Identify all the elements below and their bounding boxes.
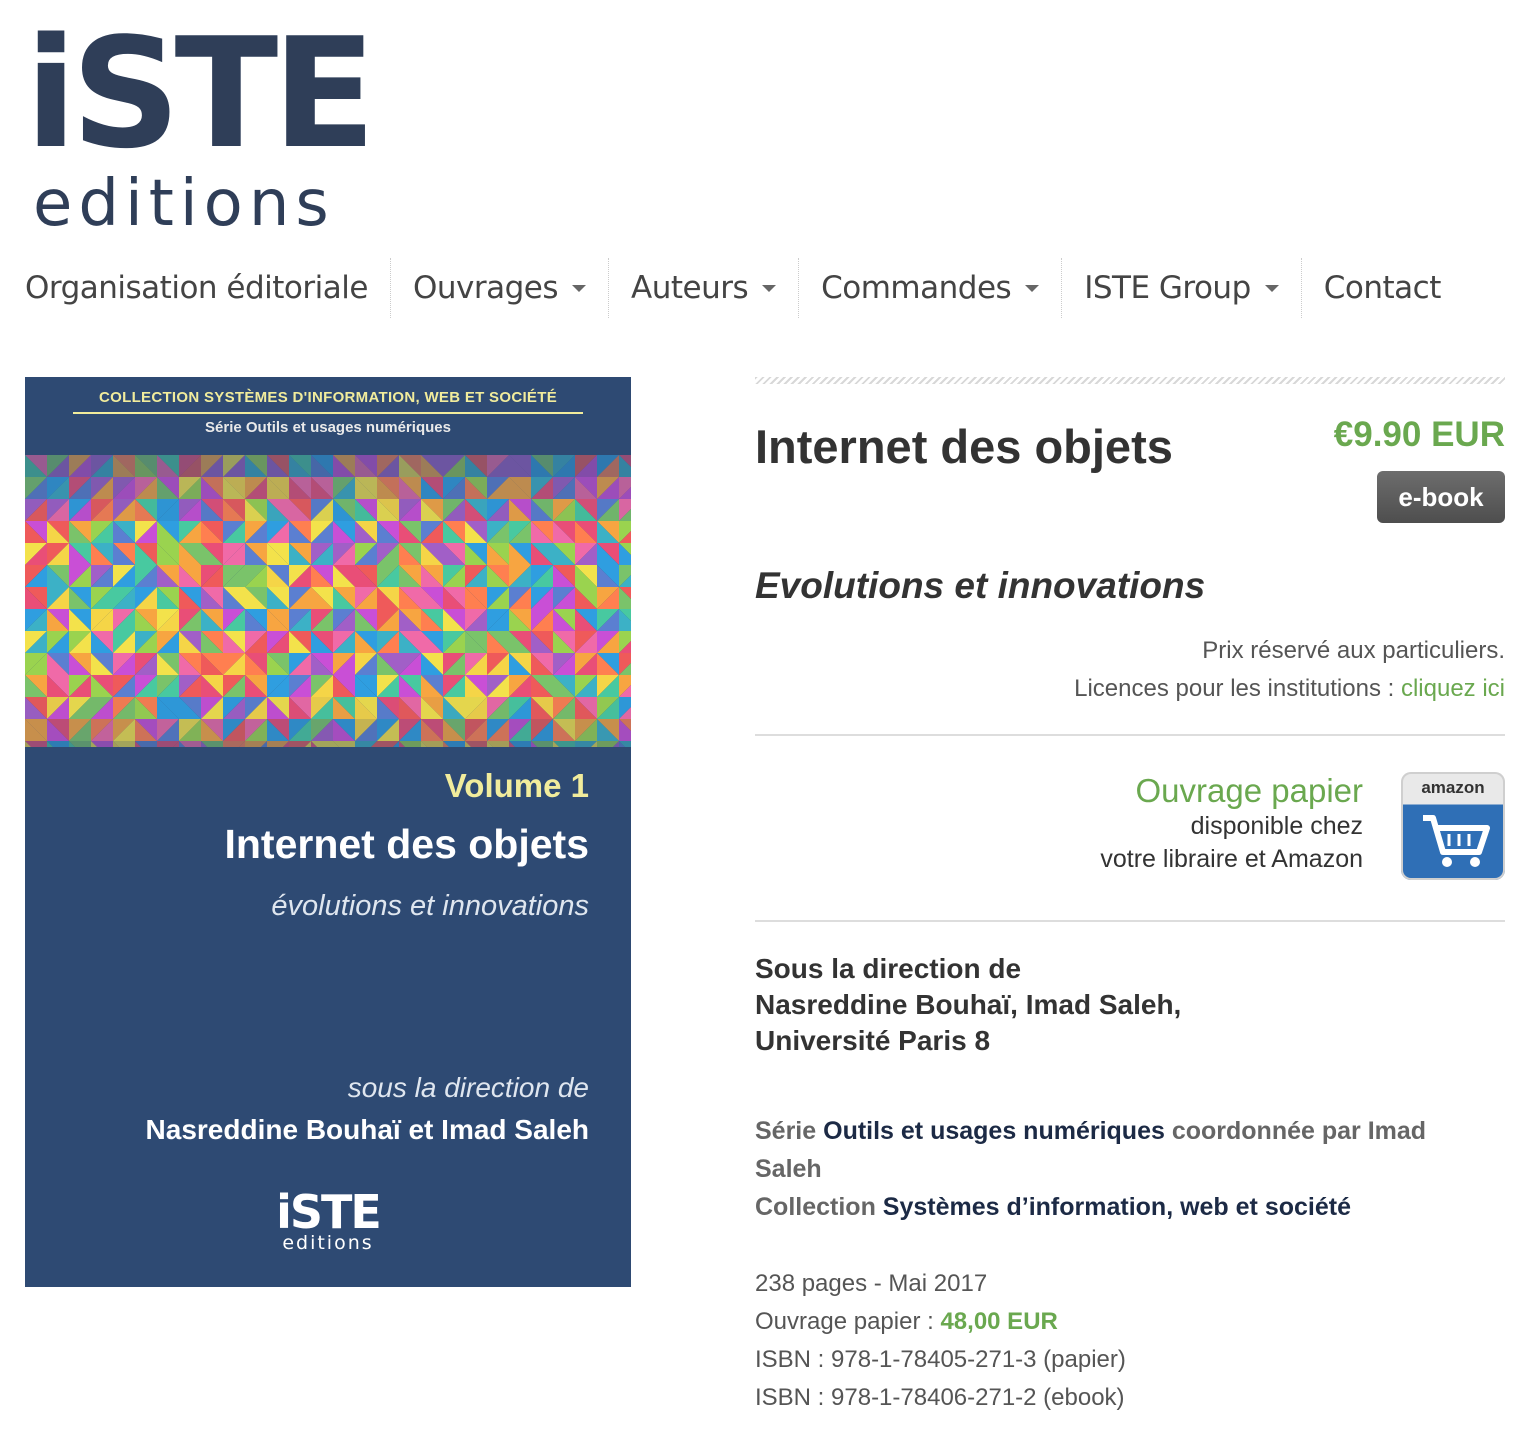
serie-link[interactable]: Outils et usages numériques xyxy=(823,1117,1165,1145)
price-note: Prix réservé aux particuliers. xyxy=(1202,637,1505,664)
nav-item-label: Commandes xyxy=(821,270,1012,306)
cover-authors: Nasreddine Bouhaï et Imad Saleh xyxy=(145,1114,589,1145)
cover-direction: sous la direction de xyxy=(347,1072,589,1103)
cover-logo: iSTE xyxy=(276,1185,382,1239)
licences-text: Licences pour les institutions : xyxy=(1074,675,1395,702)
product-subtitle: Evolutions et innovations xyxy=(755,565,1206,606)
book-metadata: 238 pages - Mai 2017 Ouvrage papier : 48… xyxy=(755,1265,1126,1417)
cover-subtitle: évolutions et innovations xyxy=(271,890,589,922)
ebook-button[interactable]: e-book xyxy=(1377,471,1505,523)
nav-item-label: Auteurs xyxy=(631,270,749,306)
nav-item-ouvrages[interactable]: Ouvrages xyxy=(391,258,609,318)
collection-link[interactable]: Systèmes d’information, web et société xyxy=(883,1193,1351,1221)
divider xyxy=(755,920,1505,922)
serie-collection-block: Série Outils et usages numériques coordo… xyxy=(755,1112,1485,1226)
paper-title: Ouvrage papier xyxy=(1135,772,1363,809)
pages-date: 238 pages - Mai 2017 xyxy=(755,1270,988,1297)
nav-item-commandes[interactable]: Commandes xyxy=(799,258,1063,318)
paper-price: 48,00 EUR xyxy=(940,1308,1058,1335)
nav-item-iste-group[interactable]: ISTE Group xyxy=(1062,258,1302,318)
paper-price-line: Ouvrage papier : 48,00 EUR xyxy=(755,1303,1126,1341)
nav-item-label: Contact xyxy=(1323,270,1442,306)
licences-line: Licences pour les institutions : cliquez… xyxy=(1074,675,1505,703)
direction-block: Sous la direction de Nasreddine Bouhaï, … xyxy=(755,951,1181,1059)
amazon-cart-button[interactable]: amazon xyxy=(1401,772,1505,880)
caret-down-icon xyxy=(572,284,586,292)
nav-item-auteurs[interactable]: Auteurs xyxy=(609,258,800,318)
site-logo[interactable]: iSTE editions xyxy=(25,18,490,237)
cover-logo-sub: editions xyxy=(282,1232,374,1254)
shopping-cart-icon xyxy=(1423,815,1490,867)
nav-item-organisation[interactable]: Organisation éditoriale xyxy=(0,258,391,318)
cover-collection: COLLECTION SYSTÈMES D'INFORMATION, WEB E… xyxy=(99,389,557,406)
cover-divider xyxy=(73,412,583,414)
cover-mosaic-image xyxy=(25,455,631,747)
direction-label: Sous la direction de xyxy=(755,953,1022,984)
caret-down-icon xyxy=(762,284,777,292)
nav-item-label: Organisation éditoriale xyxy=(25,270,368,306)
isbn-paper: ISBN : 978-1-78405-271-3 (papier) xyxy=(755,1346,1126,1373)
cover-title: Internet des objets xyxy=(224,821,589,867)
paper-line-2: votre libraire et Amazon xyxy=(1100,845,1363,873)
main-nav: Organisation éditoriale Ouvrages Auteurs… xyxy=(0,258,1463,318)
licences-link[interactable]: cliquez ici xyxy=(1401,675,1505,702)
cover-serie: Série Outils et usages numériques xyxy=(205,419,451,436)
direction-affiliation: Université Paris 8 xyxy=(755,1025,991,1056)
ebook-price: €9.90 EUR xyxy=(1333,415,1505,454)
divider xyxy=(755,734,1505,736)
caret-down-icon xyxy=(1025,284,1040,292)
collection-label: Collection xyxy=(755,1193,876,1221)
direction-authors: Nasreddine Bouhaï, Imad Saleh, xyxy=(755,989,1182,1020)
book-cover: COLLECTION SYSTÈMES D'INFORMATION, WEB E… xyxy=(25,377,631,1287)
nav-item-contact[interactable]: Contact xyxy=(1302,258,1463,318)
caret-down-icon xyxy=(1264,284,1279,292)
nav-item-label: Ouvrages xyxy=(412,270,559,306)
nav-item-label: ISTE Group xyxy=(1084,270,1251,306)
logo-subtext: editions xyxy=(33,167,335,241)
logo-wordmark: iSTE xyxy=(25,5,376,182)
product-title: Internet des objets xyxy=(755,420,1173,473)
paper-line-1: disponible chez xyxy=(1190,812,1363,840)
paper-availability: Ouvrage papier disponible chez votre lib… xyxy=(755,772,1505,887)
product-panel: Internet des objets €9.90 EUR e-book Evo… xyxy=(755,377,1505,1411)
serie-label: Série xyxy=(755,1117,817,1145)
isbn-ebook: ISBN : 978-1-78406-271-2 (ebook) xyxy=(755,1384,1125,1411)
stripe-divider xyxy=(755,377,1505,384)
cover-volume: Volume 1 xyxy=(444,767,589,804)
paper-price-label: Ouvrage papier : xyxy=(755,1308,934,1335)
